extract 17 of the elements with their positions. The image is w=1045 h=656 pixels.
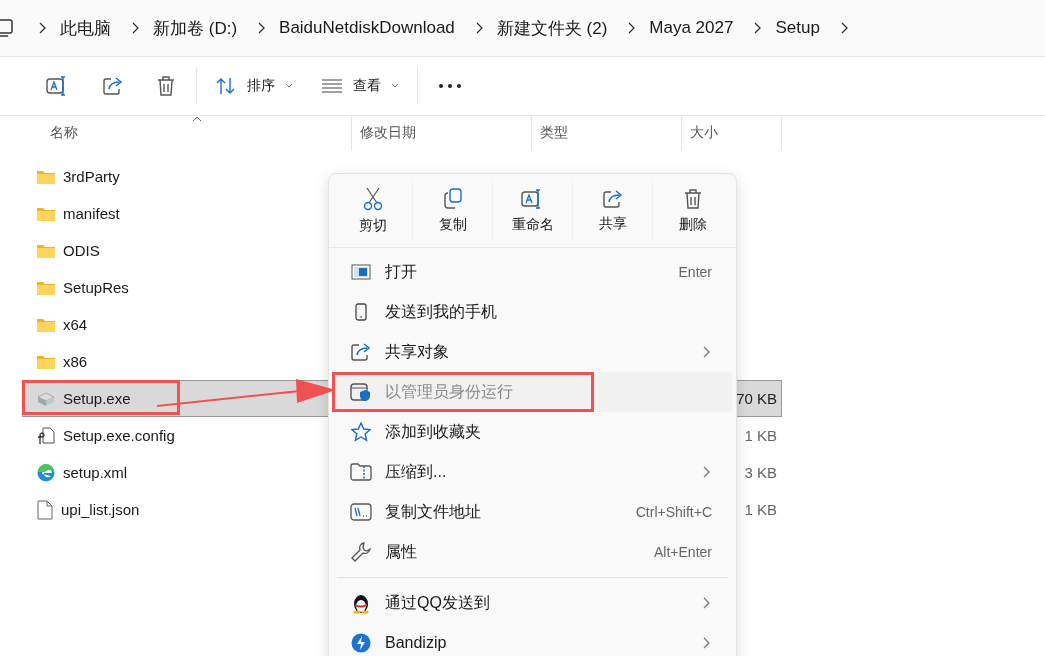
file-name: manifest <box>63 205 120 222</box>
shortcut-text: Ctrl+Shift+C <box>635 504 712 520</box>
file-name: 3rdParty <box>63 168 120 185</box>
file-size: 1 KB <box>744 427 777 444</box>
file-name: Setup.exe.config <box>63 427 175 444</box>
file-size: 70 KB <box>736 390 777 407</box>
shortcut-text: Alt+Enter <box>654 544 712 560</box>
file-name: SetupRes <box>63 279 129 296</box>
file-name: setup.xml <box>63 464 128 481</box>
file-name: Setup.exe <box>63 390 131 407</box>
file-name: x86 <box>63 353 88 370</box>
shortcut-text: Enter <box>678 264 712 280</box>
file-name: x64 <box>63 316 88 333</box>
file-size: 3 KB <box>744 464 777 481</box>
file-name: ODIS <box>63 242 100 259</box>
file-size: 1 KB <box>744 501 777 518</box>
file-name: upi_list.json <box>61 501 140 518</box>
